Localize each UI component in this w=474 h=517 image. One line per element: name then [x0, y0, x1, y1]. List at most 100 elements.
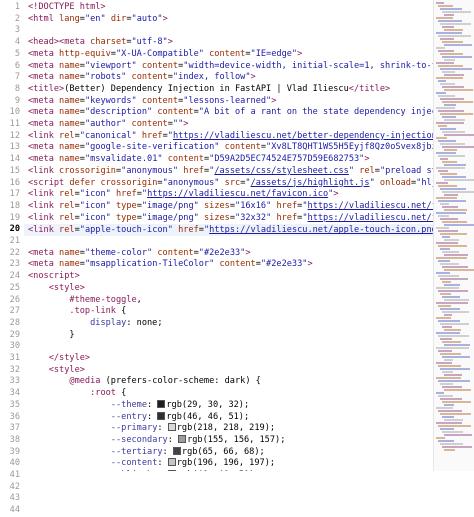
line-number: 30: [9, 341, 20, 352]
color-swatch-icon[interactable]: [167, 458, 176, 467]
line-number: 33: [9, 376, 20, 387]
minimap-line: [436, 47, 445, 49]
code-line[interactable]: <title>(Better) Dependency Injection in …: [28, 84, 390, 96]
code-line[interactable]: <link crossorigin="anonymous" href="/ass…: [28, 166, 434, 178]
code-line[interactable]: <link rel="icon" href="https://vladilies…: [28, 189, 339, 201]
code-token: /assets/js/highlight.js: [250, 177, 370, 188]
code-line[interactable]: <script defer crossorigin="anonymous" sr…: [28, 178, 434, 190]
line-number: 31: [9, 353, 20, 363]
minimap-line: [436, 272, 450, 274]
minimap-line: [438, 185, 457, 187]
code-line[interactable]: <meta name="description" content="A bit …: [28, 107, 434, 119]
line-number: 22: [9, 247, 20, 258]
code-token: <meta: [28, 247, 60, 258]
code-line[interactable]: :root {: [28, 388, 126, 400]
code-line[interactable]: <meta name="keywords" content="lessons-l…: [28, 96, 276, 108]
code-token: :: [157, 458, 168, 469]
code-line[interactable]: <noscript>: [28, 271, 80, 283]
code-token: "hljs.initHighlightin: [416, 177, 434, 188]
code-token: }: [28, 329, 75, 340]
code-token: "16x16": [235, 200, 277, 211]
line-number: 5: [14, 48, 20, 59]
code-token: content: [131, 72, 168, 83]
code-line[interactable]: <meta name="google-site-verification" co…: [28, 142, 434, 154]
code-line[interactable]: <link rel="icon" type="image/png" sizes=…: [28, 213, 434, 225]
minimap-line: [440, 83, 455, 85]
code-token: --tertiary: [110, 446, 163, 457]
code-editor[interactable]: 1 2 3 4 5 6 7 8 9 10 11 12 13 14 15 16 17 18 19 20 21 22 23 24 2…: [0, 0, 474, 515]
code-line[interactable]: @media (prefers-color-scheme: dark) {: [28, 376, 260, 388]
code-token: https://vladiliescu.net/favicon-16x16.pn…: [307, 200, 434, 211]
minimap-line: [444, 269, 474, 271]
code-token: "IE=edge": [250, 48, 298, 59]
code-token: <html: [28, 13, 60, 24]
minimap-line: [436, 257, 467, 259]
minimap-line: [438, 335, 469, 337]
code-token: rgb(65, 66, 68);: [181, 446, 265, 457]
minimap-line: [440, 158, 448, 160]
minimap-line: [444, 284, 460, 286]
minimap-line: [436, 152, 456, 154]
code-token: >: [271, 95, 277, 106]
minimap-line: [438, 80, 446, 82]
line-number: 13: [9, 142, 20, 153]
minimap-line: [444, 344, 470, 346]
code-line[interactable]: <style>: [28, 365, 85, 377]
code-line[interactable]: <meta name="robots" content="index, foll…: [28, 72, 256, 84]
code-token: >: [333, 189, 339, 200]
code-line[interactable]: --entry: rgb(46, 46, 51);: [28, 411, 249, 424]
code-line[interactable]: </style>: [28, 353, 90, 365]
minimap-line: [436, 407, 453, 409]
color-swatch-icon[interactable]: [157, 411, 166, 420]
minimap-line: [442, 266, 468, 268]
code-line[interactable]: .top-link {: [28, 306, 126, 318]
code-line[interactable]: <meta name="msapplication-TileColor" con…: [28, 259, 313, 271]
minimap-line: [438, 65, 463, 67]
minimap-line: [438, 275, 459, 277]
code-token: <script: [28, 177, 70, 188]
code-token: "theme-color": [84, 247, 158, 258]
code-line[interactable]: #theme-toggle,: [28, 294, 142, 307]
minimap[interactable]: [433, 0, 474, 471]
code-line[interactable]: <head><meta charset="utf-8">: [28, 37, 173, 49]
color-swatch-icon[interactable]: [178, 434, 187, 443]
code-line[interactable]: display: none;: [28, 318, 162, 330]
code-token: >: [167, 37, 173, 48]
code-line[interactable]: <!DOCTYPE html>: [28, 2, 106, 14]
minimap-line: [442, 101, 473, 103]
code-token: ,: [136, 294, 142, 305]
code-token: <link: [28, 165, 60, 176]
code-line[interactable]: --primary: rgb(218, 218, 219);: [28, 423, 275, 435]
code-area[interactable]: <!DOCTYPE html> <html lang="en" dir="auto…: [28, 0, 434, 471]
minimap-line: [438, 110, 464, 112]
code-line[interactable]: <link rel="icon" type="image/png" sizes=…: [28, 201, 434, 213]
code-line[interactable]: }: [28, 329, 75, 342]
code-line[interactable]: <meta name="viewport" content="width=dev…: [28, 61, 434, 73]
line-number: 10: [9, 107, 20, 118]
code-line[interactable]: --secondary: rgb(155, 156, 157);: [28, 434, 285, 447]
code-token: --entry: [110, 411, 148, 422]
color-swatch-icon[interactable]: [167, 423, 176, 432]
code-line[interactable]: <meta name="msvalidate.01" content="D59A…: [28, 154, 370, 166]
code-line[interactable]: --content: rgb(196, 196, 197);: [28, 458, 275, 470]
color-swatch-icon[interactable]: [172, 446, 181, 455]
minimap-line: [444, 74, 464, 76]
color-swatch-icon[interactable]: [157, 399, 166, 408]
code-line[interactable]: <meta name="theme-color" content="#2e2e3…: [28, 248, 251, 260]
code-line[interactable]: <meta name="author" content="">: [28, 119, 188, 131]
code-line[interactable]: <style>: [28, 283, 85, 295]
minimap-line: [440, 428, 454, 430]
code-line[interactable]: --theme: rgb(29, 30, 32);: [28, 399, 249, 412]
code-line[interactable]: <link rel="apple-touch-icon" href="https…: [28, 224, 434, 236]
code-line[interactable]: <link rel="canonical" href="https://vlad…: [28, 131, 434, 143]
minimap-line: [444, 134, 474, 136]
code-line[interactable]: <html lang="en" dir="auto">: [28, 14, 168, 26]
code-token: ": [369, 177, 380, 188]
code-token: name: [59, 95, 80, 106]
code-line[interactable]: --tertiary: rgb(65, 66, 68);: [28, 446, 265, 459]
line-number: 42: [9, 481, 20, 492]
code-line[interactable]: <meta http-equiv="X-UA-Compatible" conte…: [28, 49, 302, 61]
